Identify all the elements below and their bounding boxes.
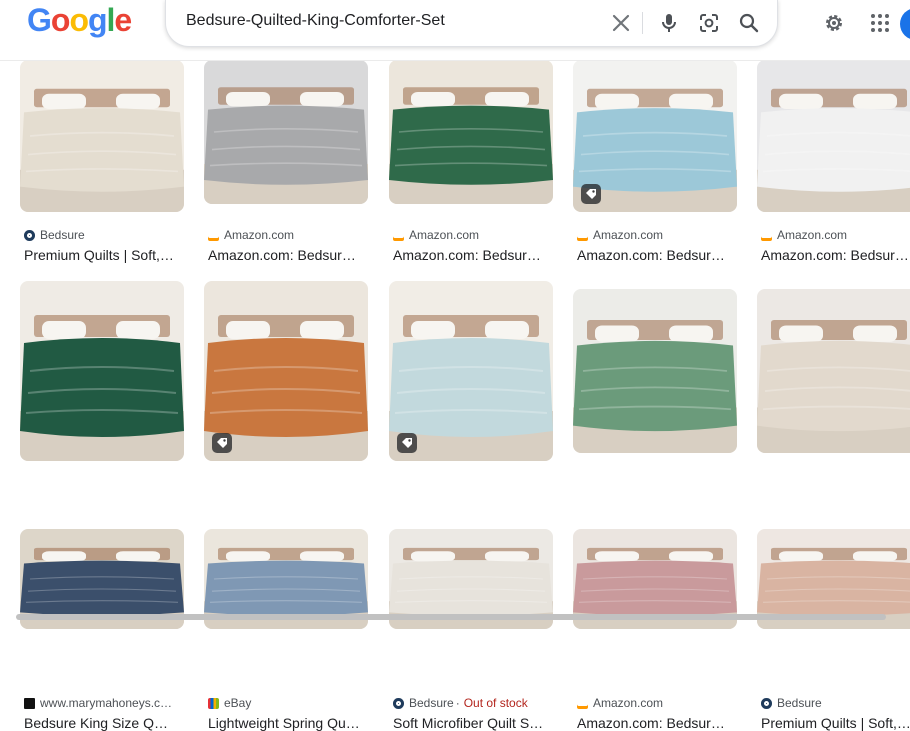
site-favicon-icon [393,229,404,241]
header: Google Bedsure-Quilted-King-Comforter-Se… [0,0,910,61]
result-title[interactable]: Bedsure King Size Q… [24,715,184,731]
result-title[interactable]: Soft Microfiber Quilt S… [393,715,553,731]
result-source-label: Bedsure [777,696,822,710]
result-thumbnail[interactable] [204,281,368,461]
result-thumbnail[interactable] [757,60,910,212]
result-title[interactable]: Amazon.com: Bedsur… [577,715,737,731]
result-title[interactable]: Amazon.com: Bedsur… [208,247,368,263]
site-favicon-icon [208,697,219,709]
logo-letter: o [69,2,89,38]
result-source: Amazon.com [393,228,479,242]
result-source: Amazon.com [577,696,663,710]
result-source: eBay [208,696,251,710]
result-source-label: Amazon.com [409,228,480,242]
result-title[interactable]: Premium Quilts | Soft,… [24,247,184,263]
result-source: Amazon.com [761,228,847,242]
microphone-icon[interactable] [657,11,681,35]
gear-icon[interactable] [822,11,846,35]
logo-letter: g [87,2,108,38]
price-tag-icon [397,433,417,453]
site-favicon-icon [208,229,219,241]
site-favicon-icon [393,697,404,709]
camera-lens-icon[interactable] [697,11,721,35]
result-source: www.marymahoneys.c… [24,696,172,710]
google-logo[interactable]: Google [27,2,132,39]
site-favicon-icon [24,697,35,709]
close-icon[interactable] [609,11,633,35]
apps-grid-icon[interactable] [868,11,892,35]
result-thumbnail[interactable] [204,60,368,204]
result-thumbnail[interactable] [573,60,737,212]
logo-letter: l [106,2,116,38]
price-tag-icon [212,433,232,453]
result-source-label: Amazon.com [593,228,664,242]
result-source-label: Amazon.com [224,228,295,242]
horizontal-scrollbar[interactable] [16,614,886,620]
result-source: Bedsure [761,696,822,710]
search-box[interactable]: Bedsure-Quilted-King-Comforter-Set [165,0,778,47]
search-icon[interactable] [737,11,761,35]
result-thumbnail[interactable] [573,289,737,453]
result-source: Amazon.com [208,228,294,242]
result-source-label: Amazon.com [777,228,848,242]
result-title[interactable]: Premium Quilts | Soft,… [761,715,910,731]
result-thumbnail[interactable] [20,60,184,212]
price-tag-icon [581,184,601,204]
search-divider [642,12,643,34]
result-title[interactable]: Amazon.com: Bedsur… [761,247,910,263]
result-source-label: Bedsure [409,696,454,710]
separator-dot: · [455,696,460,710]
result-thumbnail[interactable] [389,60,553,204]
result-source-label: eBay [224,696,252,710]
logo-letter: o [50,2,71,38]
result-title[interactable]: Amazon.com: Bedsur… [577,247,737,263]
account-avatar[interactable] [900,8,910,40]
result-thumbnail[interactable] [20,281,184,461]
search-input[interactable]: Bedsure-Quilted-King-Comforter-Set [186,12,445,30]
site-favicon-icon [577,697,588,709]
stock-status: Out of stock [463,696,528,710]
result-source: Bedsure [24,228,85,242]
result-source: Amazon.com [577,228,663,242]
result-title[interactable]: Amazon.com: Bedsur… [393,247,553,263]
site-favicon-icon [761,697,772,709]
result-source-label: Amazon.com [593,696,664,710]
result-title[interactable]: Lightweight Spring Qu… [208,715,368,731]
result-source: Bedsure · Out of stock [393,696,528,710]
result-source-label: www.marymahoneys.c… [40,696,173,710]
site-favicon-icon [761,229,772,241]
result-thumbnail[interactable] [389,281,553,461]
site-favicon-icon [24,229,35,241]
logo-letter: e [114,2,132,38]
result-source-label: Bedsure [40,228,85,242]
logo-letter: G [27,2,52,38]
result-thumbnail[interactable] [757,289,910,453]
site-favicon-icon [577,229,588,241]
